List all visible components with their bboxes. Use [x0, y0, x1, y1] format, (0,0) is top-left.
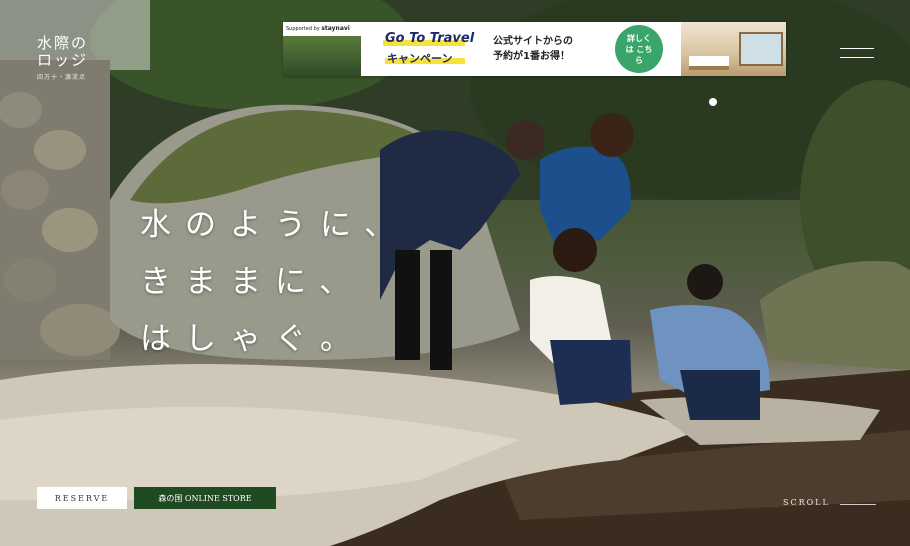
offer-line-2: 予約が1番お得！: [493, 51, 570, 62]
room-bed: [689, 56, 729, 70]
supported-by-label: Supported by: [286, 26, 320, 32]
details-badge-label: 詳しくは こちら: [625, 33, 653, 65]
campaign-label: キャンペーン: [387, 52, 453, 65]
banner-supported-by: Supported by staynavi: [286, 25, 350, 32]
details-badge[interactable]: 詳しくは こちら: [615, 25, 663, 73]
room-window: [739, 32, 783, 66]
brand-logo[interactable]: 水際のロッジ 四万十・源流点: [37, 34, 97, 82]
hamburger-menu-icon[interactable]: [840, 44, 874, 62]
goto-travel-title: Go To Travel: [385, 31, 475, 46]
headline-line-1: 水のように、: [140, 207, 410, 243]
slide-indicator-dot[interactable]: [709, 98, 717, 106]
goto-travel-banner[interactable]: Supported by staynavi Go To Travel キャンペー…: [283, 22, 786, 76]
brand-name: 水際のロッジ: [37, 34, 89, 69]
offer-line-1: 公式サイトからの: [493, 36, 573, 47]
headline-line-2: きままに、: [140, 264, 365, 300]
hero-section: [0, 0, 910, 546]
banner-photo-room: [681, 22, 786, 76]
scroll-label[interactable]: SCROLL: [783, 498, 830, 507]
headline-line-3: はしゃぐ。: [140, 321, 365, 357]
brand-tagline: 四万十・源流点: [37, 74, 87, 81]
hero-headline: 水のように、 きままに、 はしゃぐ。: [140, 197, 409, 368]
reserve-button[interactable]: RESERVE: [37, 487, 127, 509]
scroll-line: [840, 504, 876, 505]
sponsor-name: staynavi: [321, 25, 350, 32]
banner-offer: 公式サイトからの 予約が1番お得！: [493, 34, 573, 64]
online-store-button[interactable]: 森の国 ONLINE STORE: [134, 487, 276, 509]
hero-photo: [0, 0, 910, 546]
